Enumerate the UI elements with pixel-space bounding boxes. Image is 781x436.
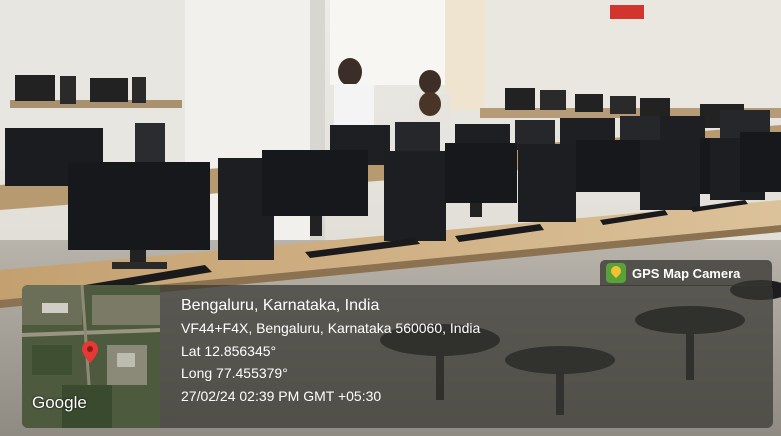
location-pin-icon [82,341,98,363]
address-line-1: Bengaluru, Karnataka, India [181,297,380,314]
gps-map-camera-badge: GPS Map Camera [600,260,772,286]
location-details: Bengaluru, Karnataka, India VF44+F4X, Be… [181,295,480,407]
address-line-2: VF44+F4X, Bengaluru, Karnataka 560060, I… [181,320,481,336]
latitude-text: Lat 12.856345° [181,342,277,359]
gps-map-camera-icon [606,263,626,283]
longitude-text: Long 77.455379° [181,365,288,381]
timestamp-text: 27/02/24 02:39 PM GMT +05:30 [181,387,382,404]
satellite-map-thumbnail: Google [22,285,160,428]
google-map-label: Google [32,393,87,412]
badge-label: GPS Map Camera [632,265,741,281]
